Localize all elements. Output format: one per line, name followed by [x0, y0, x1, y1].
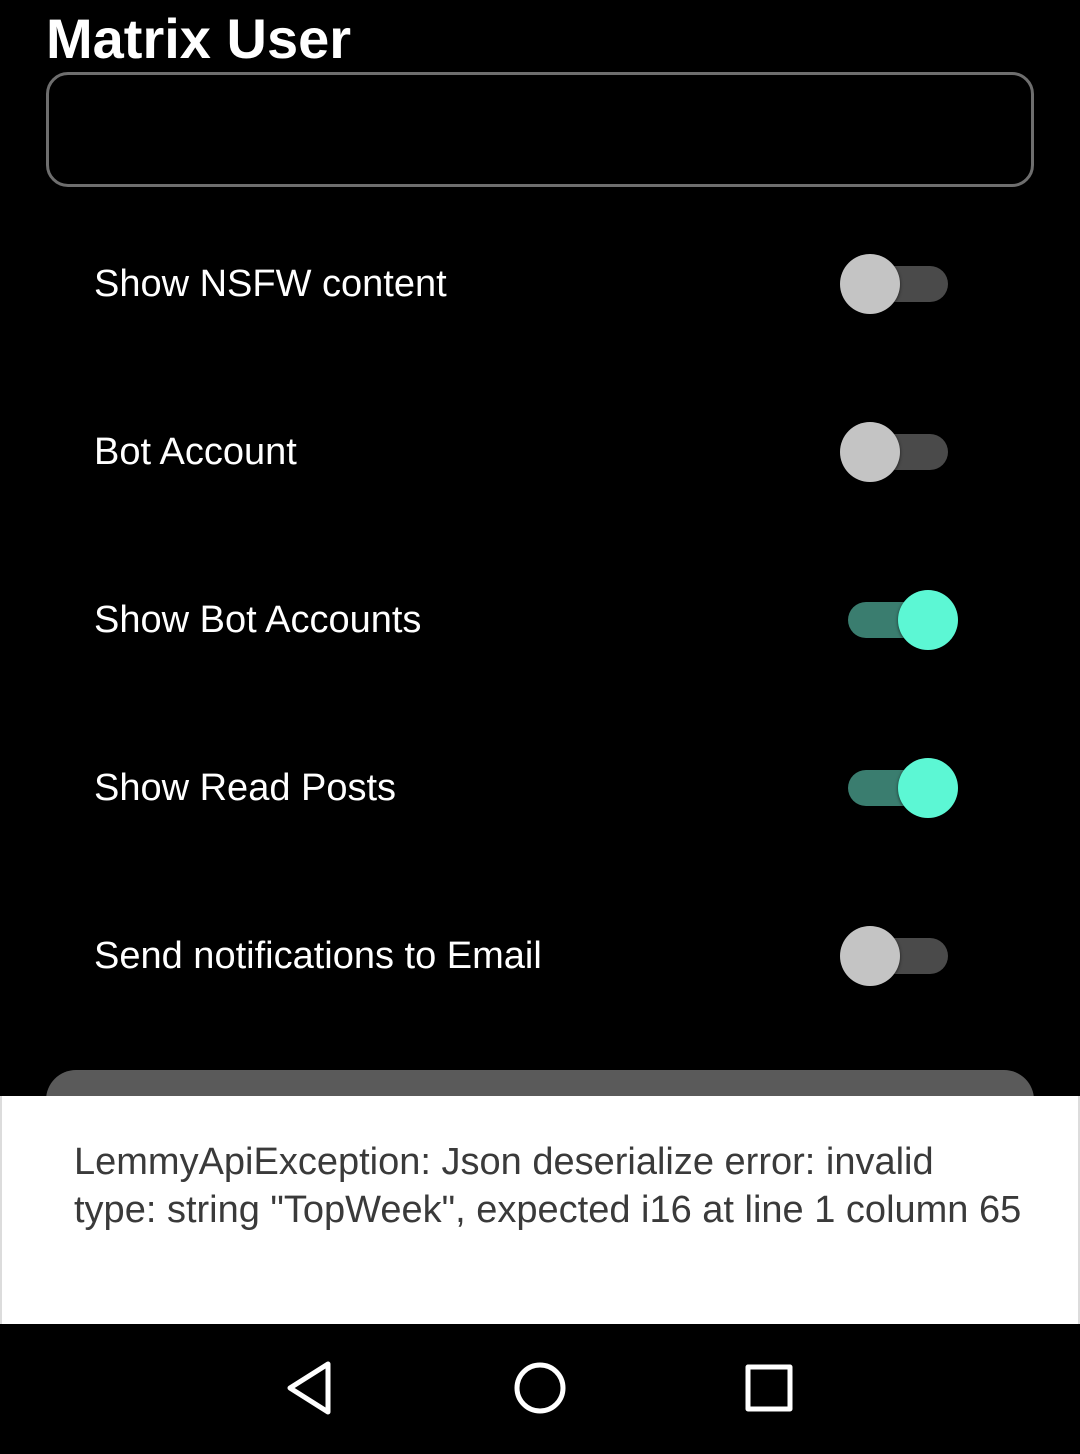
- setting-label: Show Read Posts: [94, 767, 397, 809]
- setting-row-show-nsfw[interactable]: Show NSFW content: [0, 200, 1080, 368]
- setting-label: Bot Account: [94, 431, 297, 473]
- recents-button[interactable]: [729, 1352, 809, 1424]
- switch-thumb: [840, 926, 900, 986]
- setting-row-show-read-posts[interactable]: Show Read Posts: [0, 704, 1080, 872]
- setting-row-show-bot-accounts[interactable]: Show Bot Accounts: [0, 536, 1080, 704]
- setting-row-bot-account[interactable]: Bot Account: [0, 368, 1080, 536]
- switch-thumb: [840, 254, 900, 314]
- setting-label: Show Bot Accounts: [94, 599, 422, 641]
- system-nav-bar: [0, 1324, 1080, 1454]
- toggle-switch[interactable]: [840, 421, 958, 483]
- matrix-user-label: Matrix User: [46, 7, 352, 70]
- toggle-switch[interactable]: [840, 757, 958, 819]
- switch-thumb: [898, 758, 958, 818]
- setting-label: Show NSFW content: [94, 263, 447, 305]
- matrix-user-input[interactable]: [46, 72, 1034, 187]
- toggle-switch[interactable]: [840, 925, 958, 987]
- setting-row-email-notifications[interactable]: Send notifications to Email: [0, 872, 1080, 1040]
- toggle-switch[interactable]: [840, 589, 958, 651]
- error-snackbar: LemmyApiException: Json deserialize erro…: [0, 1096, 1080, 1324]
- switch-thumb: [840, 422, 900, 482]
- setting-label: Send notifications to Email: [94, 935, 542, 977]
- circle-home-icon: [514, 1362, 566, 1414]
- settings-screen: Matrix User Show NSFW content Bot Accoun…: [0, 0, 1080, 1454]
- home-button[interactable]: [500, 1352, 580, 1424]
- snackbar-message: LemmyApiException: Json deserialize erro…: [74, 1141, 1022, 1231]
- toggle-switch[interactable]: [840, 253, 958, 315]
- back-button[interactable]: [270, 1352, 350, 1424]
- triangle-back-icon: [287, 1361, 331, 1415]
- square-recents-icon: [745, 1364, 793, 1412]
- switch-thumb: [898, 590, 958, 650]
